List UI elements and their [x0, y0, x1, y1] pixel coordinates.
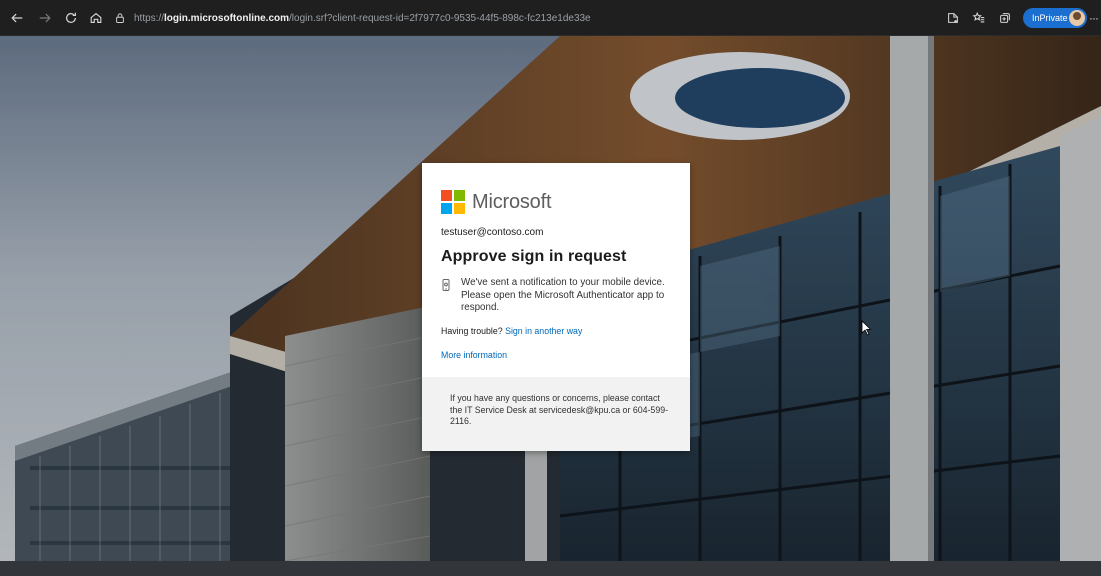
card-main: Microsoft testuser@contoso.com Approve s…	[422, 163, 690, 377]
more-information-row: More information	[441, 350, 507, 360]
brand-name: Microsoft	[472, 190, 552, 213]
sign-in-card: Microsoft testuser@contoso.com Approve s…	[422, 163, 690, 451]
lock-icon[interactable]	[114, 12, 126, 24]
footer-text: If you have any questions or concerns, p…	[450, 393, 669, 426]
microsoft-squares-icon	[441, 190, 465, 214]
mobile-device-icon	[442, 279, 450, 291]
favorites-icon[interactable]	[969, 8, 989, 28]
card-footer: If you have any questions or concerns, p…	[422, 377, 690, 451]
notification-text: We've sent a notification to your mobile…	[461, 277, 665, 313]
microsoft-logo: Microsoft	[441, 190, 552, 214]
more-information-link[interactable]: More information	[441, 350, 507, 360]
url-host: login.microsoftonline.com	[164, 12, 290, 24]
avatar-icon[interactable]	[1069, 10, 1085, 26]
address-bar[interactable]: https://login.microsoftonline.com/login.…	[114, 8, 934, 28]
inprivate-label: InPrivate	[1032, 13, 1068, 23]
mouse-cursor-icon	[861, 320, 871, 336]
sign-in-another-way-link[interactable]: Sign in another way	[505, 326, 582, 336]
trouble-prefix: Having trouble?	[441, 326, 503, 336]
browser-toolbar: https://login.microsoftonline.com/login.…	[0, 0, 1101, 36]
more-menu-icon[interactable]: ···	[1089, 8, 1101, 28]
refresh-icon[interactable]	[61, 8, 81, 28]
user-identity: testuser@contoso.com	[441, 227, 544, 238]
home-icon[interactable]	[86, 8, 106, 28]
having-trouble-row: Having trouble? Sign in another way	[441, 326, 582, 336]
url-scheme: https://	[134, 12, 165, 24]
notification-message: We've sent a notification to your mobile…	[441, 277, 681, 315]
forward-arrow-icon[interactable]	[35, 8, 55, 28]
inprivate-badge[interactable]: InPrivate	[1023, 8, 1087, 28]
reading-view-icon[interactable]	[943, 8, 963, 28]
back-arrow-icon[interactable]	[7, 8, 27, 28]
url-path: /login.srf?client-request-id=2f7977c0-95…	[289, 12, 591, 24]
collections-icon[interactable]	[995, 8, 1015, 28]
page-title: Approve sign in request	[441, 248, 627, 265]
